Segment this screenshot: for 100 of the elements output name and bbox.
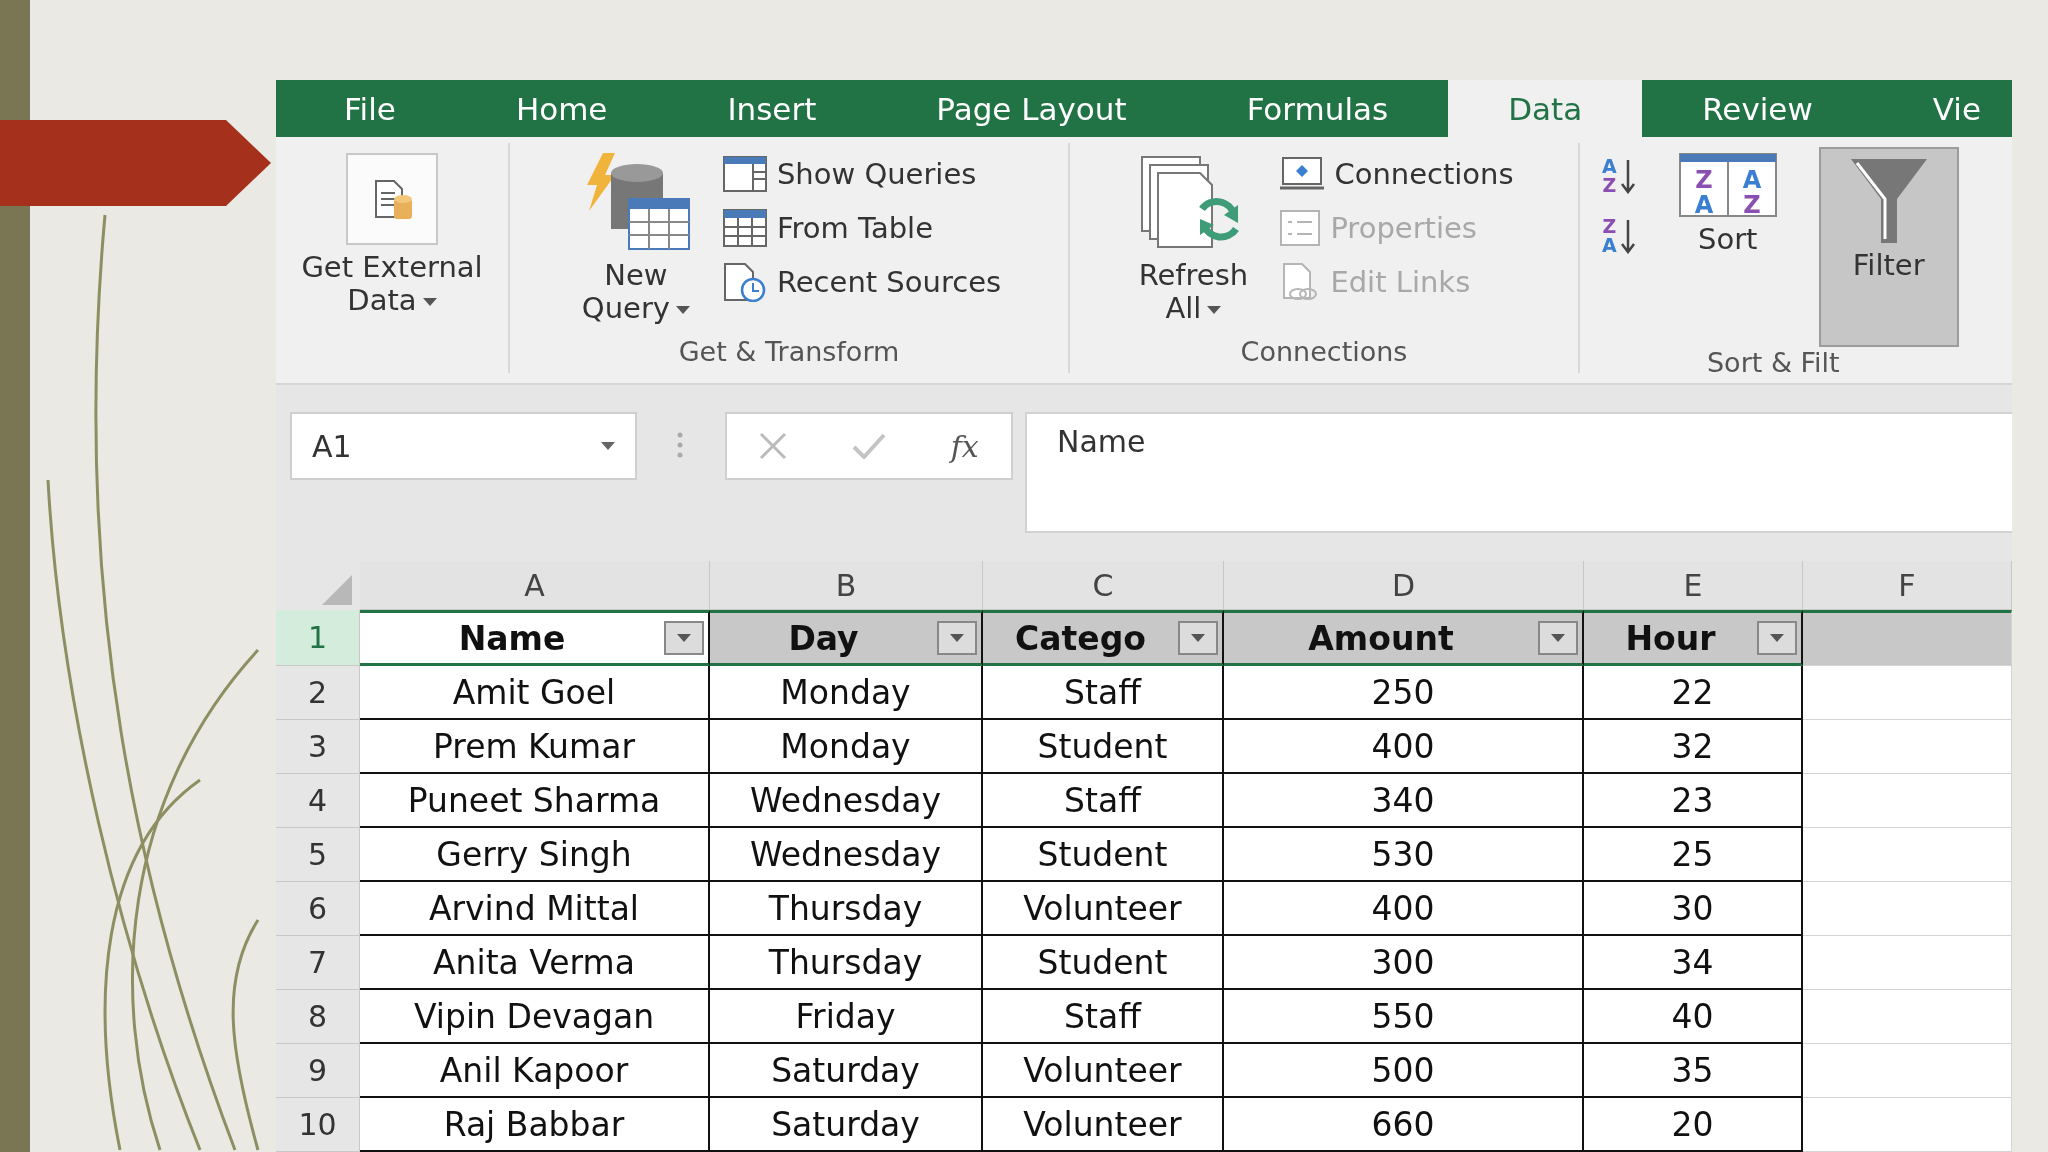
ribbon-tab[interactable]: Review <box>1642 80 1873 137</box>
ribbon-tab[interactable]: Home <box>455 80 668 137</box>
table-cell: 34 <box>1584 936 1803 990</box>
row-number[interactable]: 4 <box>276 774 360 828</box>
table-cell: Staff <box>983 774 1224 828</box>
ribbon-button[interactable]: From Table <box>718 205 1006 251</box>
filter-dropdown-button[interactable] <box>1757 621 1797 655</box>
table-cell: 32 <box>1584 720 1803 774</box>
table-cell: Monday <box>710 720 983 774</box>
window-icon <box>722 156 767 192</box>
document-clock-icon <box>722 262 767 302</box>
table-cell: 40 <box>1584 990 1803 1044</box>
column-header[interactable]: B <box>710 561 983 610</box>
filter-dropdown-button[interactable] <box>1538 621 1578 655</box>
table-cell: 300 <box>1224 936 1584 990</box>
table-cell: Gerry Singh <box>360 828 710 882</box>
table-cell: 530 <box>1224 828 1584 882</box>
table-cell: Wednesday <box>710 828 983 882</box>
header-label: Amount <box>1307 618 1455 658</box>
table-cell: Friday <box>710 990 983 1044</box>
sort-icon: Z A A Z <box>1678 153 1777 217</box>
column-header[interactable]: A <box>360 561 710 610</box>
group-label: Get & Transform <box>677 336 901 367</box>
column-header[interactable]: F <box>1803 561 2012 610</box>
table-cell: Anil Kapoor <box>360 1044 710 1098</box>
header-cell[interactable]: Catego <box>983 610 1224 666</box>
table-cell: 23 <box>1584 774 1803 828</box>
ribbon-button[interactable]: Recent Sources <box>718 259 1006 305</box>
ribbon-tab[interactable]: File <box>284 80 456 137</box>
table-cell: Saturday <box>710 1044 983 1098</box>
ribbon-tab[interactable]: Vie <box>1872 80 2012 137</box>
name-box[interactable]: A1 <box>290 412 637 480</box>
filter-icon <box>1850 159 1927 243</box>
filter-dropdown-button[interactable] <box>937 621 977 655</box>
header-cell[interactable]: Day <box>710 610 983 666</box>
table-cell: 340 <box>1224 774 1584 828</box>
row-number[interactable]: 9 <box>276 1044 360 1098</box>
row-number[interactable]: 1 <box>276 610 360 666</box>
table-cell: 550 <box>1224 990 1584 1044</box>
caret-icon <box>950 634 964 642</box>
row-number[interactable]: 7 <box>276 936 360 990</box>
check-icon <box>852 433 886 459</box>
table-icon <box>722 209 767 247</box>
table-cell: 35 <box>1584 1044 1803 1098</box>
table-cell: 250 <box>1224 666 1584 720</box>
table-cell: 20 <box>1584 1098 1803 1152</box>
table-cell: Volunteer <box>983 1098 1224 1152</box>
table-cell: 400 <box>1224 882 1584 936</box>
table-cell: Amit Goel <box>360 666 710 720</box>
table-cell: Monday <box>710 666 983 720</box>
header-label: Catego <box>1014 618 1147 658</box>
ribbon-tab[interactable]: Data <box>1448 80 1643 137</box>
ribbon-button[interactable]: New Query <box>572 147 699 332</box>
caret-icon <box>1770 634 1784 642</box>
grip-icon <box>677 432 683 458</box>
ribbon-tab[interactable]: Formulas <box>1186 80 1449 137</box>
table-cell: Prem Kumar <box>360 720 710 774</box>
column-header[interactable]: E <box>1584 561 1803 610</box>
column-header[interactable]: D <box>1224 561 1584 610</box>
row-number[interactable]: 2 <box>276 666 360 720</box>
list-icon <box>1280 210 1321 246</box>
table-cell: Student <box>983 720 1224 774</box>
ribbon-button[interactable]: Connections <box>1276 151 1518 197</box>
header-label: Hour <box>1624 618 1717 658</box>
ribbon-tab[interactable]: Page Layout <box>876 80 1187 137</box>
sort-button[interactable]: Z A <box>1600 215 1637 257</box>
table-cell: 30 <box>1584 882 1803 936</box>
ribbon-button[interactable]: Refresh All <box>1130 147 1257 332</box>
insert-function-button[interactable]: fx <box>948 426 981 466</box>
row-number[interactable]: 3 <box>276 720 360 774</box>
ribbon-button[interactable]: Get External Data <box>293 147 491 324</box>
column-header[interactable]: C <box>983 561 1224 610</box>
filter-dropdown-button[interactable] <box>664 621 704 655</box>
down-arrow-icon <box>1620 158 1635 194</box>
header-cell[interactable]: Name <box>360 610 710 666</box>
table-cell: Arvind Mittal <box>360 882 710 936</box>
row-number[interactable]: 6 <box>276 882 360 936</box>
table-cell: 25 <box>1584 828 1803 882</box>
group-label: Sort & Filt <box>1706 347 1841 378</box>
table-cell: Anita Verma <box>360 936 710 990</box>
table-cell: Wednesday <box>710 774 983 828</box>
header-cell[interactable]: Hour <box>1584 610 1803 666</box>
ribbon-tab[interactable]: Insert <box>667 80 877 137</box>
filter-dropdown-button[interactable] <box>1178 621 1218 655</box>
ribbon-button[interactable]: Show Queries <box>718 151 1006 197</box>
header-cell[interactable]: Amount <box>1224 610 1584 666</box>
row-number[interactable]: 5 <box>276 828 360 882</box>
ribbon-button[interactable]: Filter <box>1818 147 1959 347</box>
table-cell: Student <box>983 828 1224 882</box>
table-cell: Staff <box>983 666 1224 720</box>
table-cell: Thursday <box>710 936 983 990</box>
table-cell: Saturday <box>710 1098 983 1152</box>
ribbon-button[interactable]: Z A A Z Sort <box>1670 147 1785 263</box>
caret-icon <box>677 634 691 642</box>
formula-field[interactable]: Name <box>1025 412 2012 533</box>
row-number[interactable]: 8 <box>276 990 360 1044</box>
header-label: Day <box>787 618 860 658</box>
caret-icon <box>1551 634 1565 642</box>
row-number[interactable]: 10 <box>276 1098 360 1152</box>
sort-button[interactable]: A Z <box>1600 155 1637 197</box>
